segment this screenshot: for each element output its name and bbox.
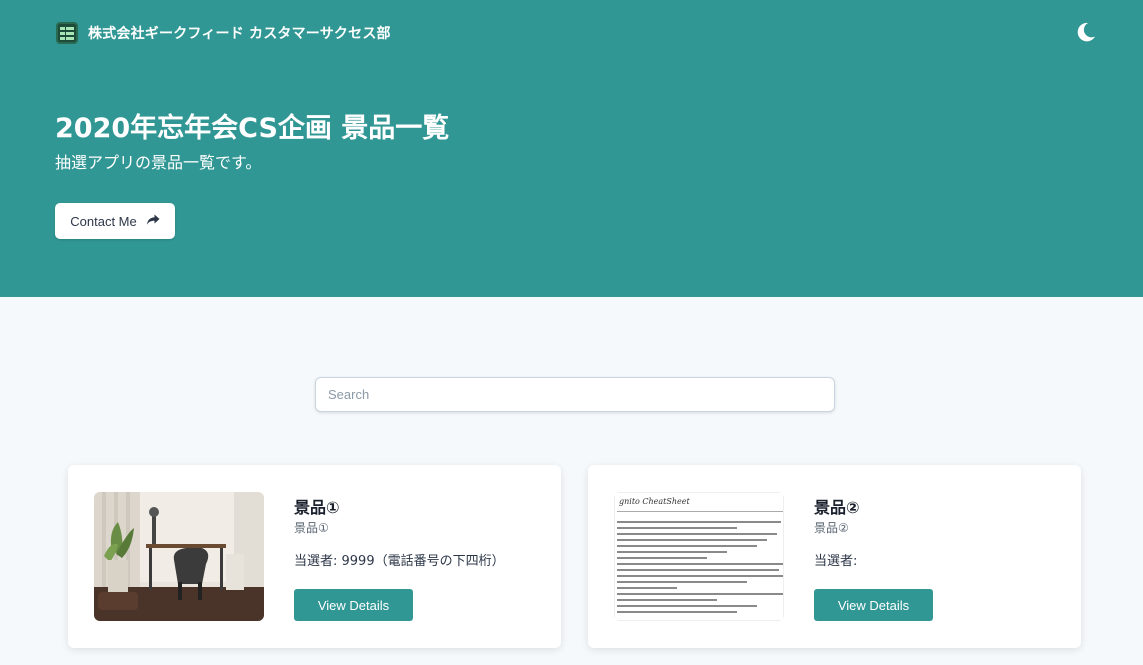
brand-name: 株式会社ギークフィード カスタマーサクセス部 — [88, 26, 391, 42]
brand[interactable]: 株式会社ギークフィード カスタマーサクセス部 — [56, 22, 391, 44]
prize-title: 景品② — [814, 498, 860, 517]
page-title: 2020年忘年会CS企画 景品一覧 — [55, 113, 450, 144]
moon-icon[interactable] — [1073, 20, 1097, 44]
view-details-button[interactable]: View Details — [814, 589, 933, 621]
prize-winner: 当選者: — [814, 554, 858, 569]
prize-card: 景品① 景品① 当選者: 9999（電話番号の下四桁） View Details — [68, 465, 561, 648]
contact-me-label: Contact Me — [70, 213, 137, 229]
share-arrow-icon — [146, 214, 160, 229]
prize-description: 景品① — [294, 521, 329, 535]
cheatsheet-heading: gnito CheatSheet — [619, 497, 690, 506]
prize-image-desk-room — [94, 492, 264, 621]
cheatsheet-document: gnito CheatSheet — [614, 492, 784, 621]
prize-image-cheatsheet: gnito CheatSheet — [614, 492, 784, 621]
contact-me-button[interactable]: Contact Me — [55, 203, 175, 239]
prize-card: gnito CheatSheet 景品② 景品② 当選者: View Detai… — [588, 465, 1081, 648]
hero-section: 株式会社ギークフィード カスタマーサクセス部 2020年忘年会CS企画 景品一覧… — [0, 0, 1143, 297]
spreadsheet-logo-icon — [56, 22, 78, 44]
prize-description: 景品② — [814, 521, 849, 535]
search-input[interactable] — [315, 377, 835, 412]
prize-title: 景品① — [294, 498, 340, 517]
prize-winner: 当選者: 9999（電話番号の下四桁） — [294, 554, 505, 569]
view-details-button[interactable]: View Details — [294, 589, 413, 621]
page-subtitle: 抽選アプリの景品一覧です。 — [55, 153, 262, 172]
